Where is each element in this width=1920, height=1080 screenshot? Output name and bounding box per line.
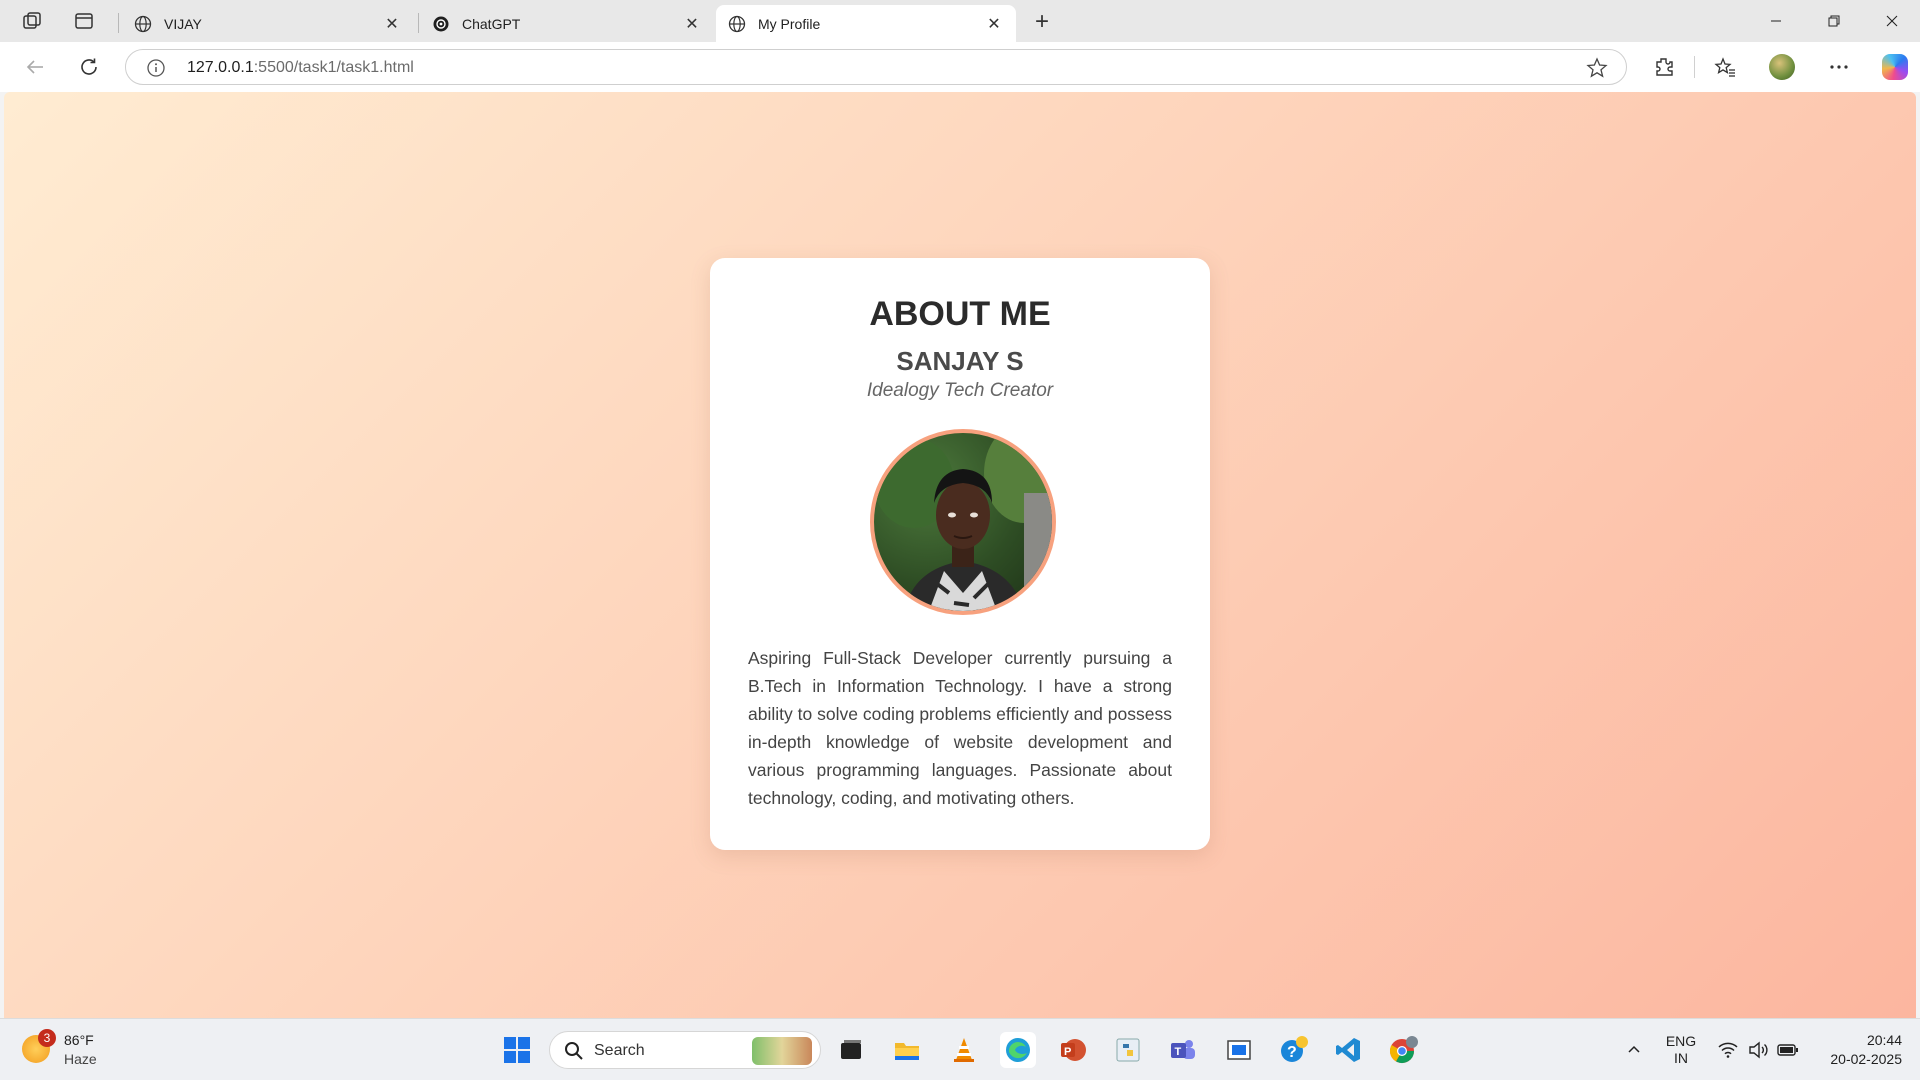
- start-button[interactable]: [499, 1032, 535, 1068]
- globe-icon: [728, 15, 746, 33]
- extensions-icon[interactable]: [1650, 53, 1678, 81]
- vscode-icon[interactable]: [1330, 1032, 1366, 1068]
- tab-strip: VIJAY ✕ ChatGPT ✕ My Profile ✕ +: [0, 0, 1920, 42]
- task-view-icon[interactable]: [833, 1032, 869, 1068]
- region-code: IN: [1674, 1050, 1688, 1066]
- more-options-icon[interactable]: [1825, 53, 1853, 81]
- globe-icon: [134, 15, 152, 33]
- tab-vijay[interactable]: VIJAY ✕: [122, 5, 414, 42]
- weather-widget[interactable]: 3 86°F Haze: [22, 1029, 132, 1071]
- svg-text:?: ?: [1287, 1044, 1297, 1061]
- profile-bio: Aspiring Full-Stack Developer currently …: [748, 648, 1172, 808]
- vlc-icon[interactable]: [946, 1032, 982, 1068]
- tab-my-profile[interactable]: My Profile ✕: [716, 5, 1016, 42]
- restore-button[interactable]: [1806, 0, 1862, 42]
- close-icon[interactable]: ✕: [382, 14, 402, 34]
- taskbar-search[interactable]: Search: [549, 1031, 821, 1069]
- tab-separator: [118, 13, 119, 33]
- taskbar: 3 86°F Haze Search P T ? ENG IN 20:44 20…: [0, 1018, 1920, 1080]
- get-help-icon[interactable]: ?: [1276, 1032, 1312, 1068]
- notification-badge: 3: [38, 1029, 56, 1047]
- refresh-button[interactable]: [75, 53, 103, 81]
- toolbar-separator: [1694, 56, 1695, 78]
- profile-name: SANJAY S: [896, 346, 1024, 376]
- close-window-button[interactable]: [1864, 0, 1920, 42]
- chrome-icon[interactable]: [1385, 1032, 1421, 1068]
- clock-time: 20:44: [1866, 1032, 1902, 1048]
- file-explorer-icon[interactable]: [889, 1032, 925, 1068]
- wifi-icon[interactable]: [1716, 1019, 1740, 1080]
- page-viewport: ABOUT ME SANJAY S Idealogy Tech Creator …: [4, 92, 1916, 1018]
- close-icon[interactable]: ✕: [984, 14, 1004, 34]
- system-clock[interactable]: 20:44 20-02-2025: [1810, 1031, 1902, 1069]
- url-text: 127.0.0.1:5500/task1/task1.html: [187, 59, 414, 77]
- close-icon[interactable]: ✕: [682, 14, 702, 34]
- tab-chatgpt[interactable]: ChatGPT ✕: [420, 5, 714, 42]
- search-highlight-image: [752, 1037, 812, 1065]
- language-indicator[interactable]: ENG IN: [1664, 1019, 1698, 1080]
- svg-text:P: P: [1064, 1046, 1071, 1058]
- info-icon[interactable]: [146, 58, 166, 78]
- profile-role: Idealogy Tech Creator: [866, 380, 1054, 401]
- browser-toolbar: 127.0.0.1:5500/task1/task1.html: [0, 42, 1920, 92]
- profile-photo: [870, 429, 1056, 615]
- tab-actions-icon[interactable]: [72, 9, 96, 33]
- search-icon: [564, 1041, 584, 1061]
- minimize-button[interactable]: [1748, 0, 1804, 42]
- workspaces-icon[interactable]: [20, 9, 44, 33]
- python-icon[interactable]: [1110, 1032, 1146, 1068]
- battery-icon[interactable]: [1776, 1019, 1800, 1080]
- tab-title: ChatGPT: [462, 15, 521, 32]
- app-window-icon[interactable]: [1221, 1032, 1257, 1068]
- profile-avatar[interactable]: [1769, 54, 1795, 80]
- weather-temperature: 86°F: [64, 1032, 94, 1048]
- search-label: Search: [594, 1042, 645, 1059]
- clock-date: 20-02-2025: [1830, 1051, 1902, 1067]
- chatgpt-logo-icon: [432, 15, 450, 33]
- profile-card: ABOUT ME SANJAY S Idealogy Tech Creator …: [710, 258, 1210, 850]
- url-host: 127.0.0.1: [187, 59, 254, 76]
- show-hidden-icons-chevron-icon[interactable]: [1620, 1019, 1648, 1080]
- weather-condition: Haze: [64, 1051, 97, 1067]
- powerpoint-icon[interactable]: P: [1055, 1032, 1091, 1068]
- tab-separator: [418, 13, 419, 33]
- favorite-star-icon[interactable]: [1586, 57, 1608, 79]
- svg-text:T: T: [1175, 1046, 1182, 1058]
- new-tab-button[interactable]: +: [1028, 8, 1056, 36]
- favorites-icon[interactable]: [1711, 53, 1739, 81]
- tab-title: VIJAY: [164, 15, 202, 32]
- address-bar[interactable]: 127.0.0.1:5500/task1/task1.html: [125, 49, 1627, 85]
- volume-icon[interactable]: [1746, 1019, 1770, 1080]
- url-path: :5500/task1/task1.html: [253, 59, 414, 76]
- tab-title: My Profile: [758, 15, 821, 32]
- teams-icon[interactable]: T: [1165, 1032, 1201, 1068]
- back-button[interactable]: [21, 53, 49, 81]
- language-code: ENG: [1665, 1033, 1697, 1049]
- edge-browser-icon[interactable]: [1000, 1032, 1036, 1068]
- page-title: ABOUT ME: [869, 295, 1051, 333]
- copilot-icon[interactable]: [1882, 54, 1908, 80]
